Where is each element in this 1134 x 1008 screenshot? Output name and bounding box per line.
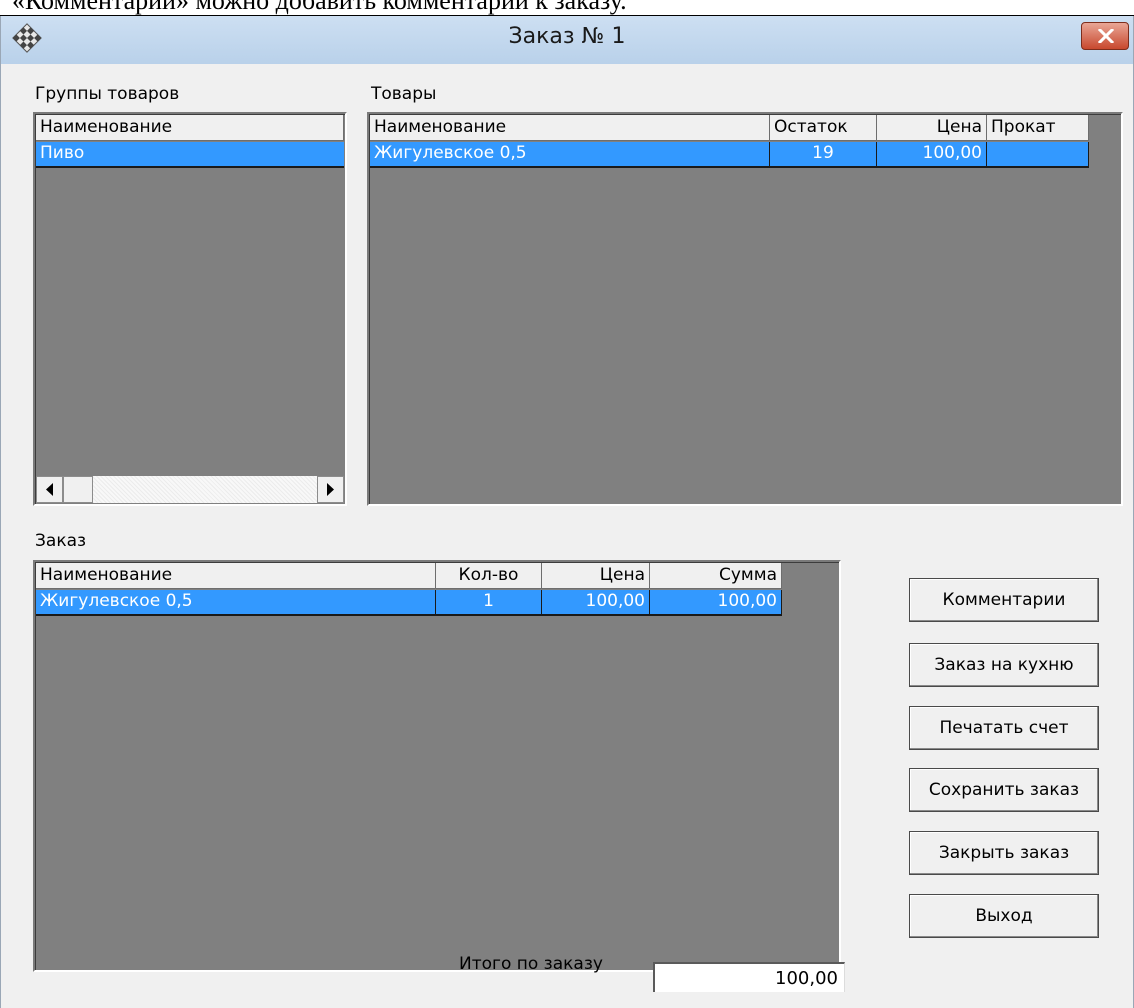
order-sum-cell[interactable]: 100,00 [650,590,782,614]
groups-header-name[interactable]: Наименование [36,115,344,141]
scroll-right-button[interactable] [317,476,344,503]
products-header-stock[interactable]: Остаток [770,115,877,141]
product-rental-cell[interactable] [987,142,1089,166]
products-header-rental[interactable]: Прокат [987,115,1089,141]
product-name-cell[interactable]: Жигулевское 0,5 [370,142,770,166]
exit-button[interactable]: Выход [909,894,1099,938]
order-header-sum[interactable]: Сумма [650,563,782,589]
groups-horizontal-scrollbar[interactable] [36,476,344,503]
close-x-icon [1098,29,1114,43]
order-header-price[interactable]: Цена [542,563,650,589]
kitchen-order-button[interactable]: Заказ на кухню [909,643,1099,687]
order-price-cell[interactable]: 100,00 [542,590,650,614]
order-window: Заказ № 1 Группы товаров Наименование Пи… [0,16,1134,1008]
scroll-thumb[interactable] [63,476,93,503]
order-grid[interactable]: Наименование Кол-во Цена Сумма Жигулевск… [33,560,841,972]
groups-label: Группы товаров [35,84,180,104]
close-order-button[interactable]: Закрыть заказ [909,831,1099,875]
document-caption-strip: «Комментарии» можно добавить комментарии… [0,0,1134,16]
groups-grid[interactable]: Наименование Пиво [33,112,347,506]
products-header: Наименование Остаток Цена Прокат [370,115,1089,141]
order-header-name[interactable]: Наименование [36,563,436,589]
order-total-field[interactable]: 100,00 [653,962,845,992]
document-caption-text: «Комментарии» можно добавить комментарии… [12,0,627,15]
products-grid[interactable]: Наименование Остаток Цена Прокат Жигулев… [367,112,1123,506]
order-label: Заказ [35,531,87,551]
products-header-name[interactable]: Наименование [370,115,770,141]
order-header: Наименование Кол-во Цена Сумма [36,563,782,589]
arrow-left-icon [46,483,53,496]
product-price-cell[interactable]: 100,00 [877,142,987,166]
table-row[interactable]: Пиво [36,142,344,168]
table-row[interactable]: Жигулевское 0,5 1 100,00 100,00 [36,590,782,616]
table-row[interactable]: Жигулевское 0,5 19 100,00 [370,142,1089,168]
scroll-track[interactable] [93,476,317,503]
close-button[interactable] [1081,22,1129,50]
groups-header: Наименование [36,115,344,141]
print-bill-button[interactable]: Печатать счет [909,706,1099,750]
save-order-button[interactable]: Сохранить заказ [909,768,1099,812]
comments-button[interactable]: Комментарии [909,578,1099,622]
order-header-qty[interactable]: Кол-во [436,563,542,589]
window-title: Заказ № 1 [508,24,626,49]
products-label: Товары [371,84,437,104]
group-name-cell[interactable]: Пиво [36,142,344,166]
order-name-cell[interactable]: Жигулевское 0,5 [36,590,436,614]
order-qty-cell[interactable]: 1 [436,590,542,614]
products-header-price[interactable]: Цена [877,115,987,141]
arrow-right-icon [327,483,334,496]
title-bar[interactable]: Заказ № 1 [1,16,1133,64]
scroll-left-button[interactable] [36,476,63,503]
product-stock-cell[interactable]: 19 [770,142,877,166]
order-total-label: Итого по заказу [459,954,603,974]
